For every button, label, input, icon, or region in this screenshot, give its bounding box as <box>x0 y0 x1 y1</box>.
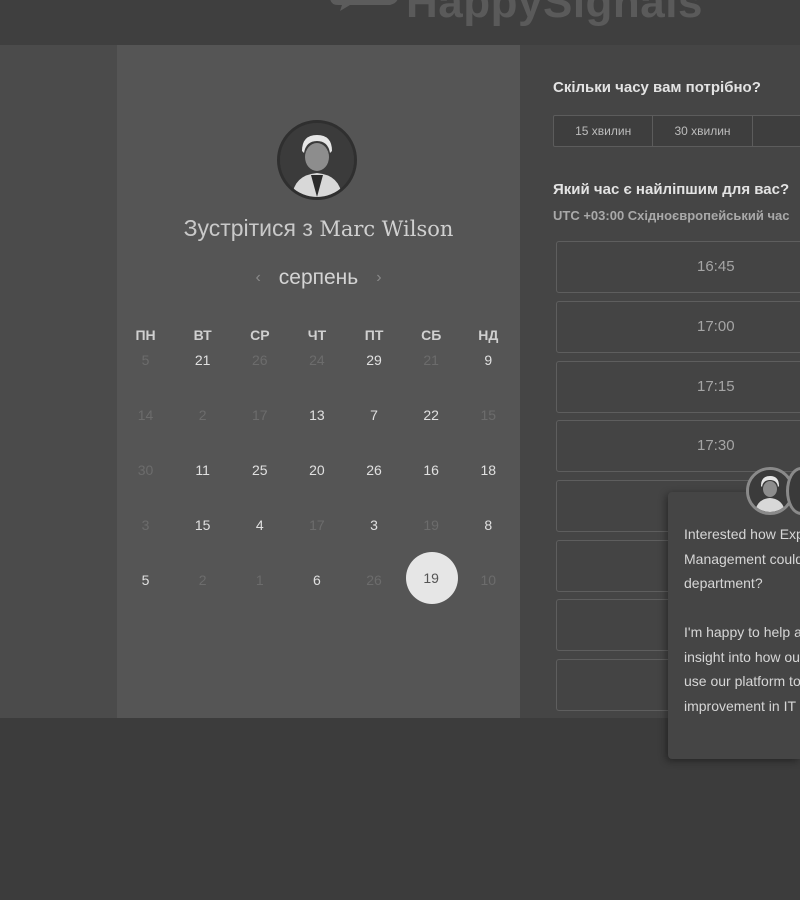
calendar-day[interactable]: 3 <box>346 513 403 568</box>
calendar-day[interactable]: 16 <box>403 458 460 513</box>
duration-selector: 15 хвилин 30 хвилин <box>553 115 800 147</box>
timezone-label[interactable]: UTC +03:00 Східноєвропейський час <box>553 208 790 223</box>
calendar-day[interactable]: 18 <box>460 458 517 513</box>
calendar-day: 10 <box>480 572 497 588</box>
calendar-day: 5 <box>141 352 150 368</box>
weekday-header: ПН ВТ СР ЧТ ПТ СБ НД <box>117 322 517 348</box>
host-name: Marc Wilson <box>319 217 454 241</box>
meet-prefix: Зустрітися з <box>183 215 313 241</box>
calendar-day[interactable]: 4 <box>231 513 288 568</box>
brand-logo-link[interactable]: HappySignals <box>330 0 703 28</box>
speech-bubble-logo-icon <box>330 0 398 27</box>
calendar-day-selected[interactable]: 19 <box>403 552 460 623</box>
calendar-day[interactable]: 25 <box>231 458 288 513</box>
time-slot-button[interactable]: 17:30 <box>556 420 800 472</box>
calendar-day: 1 <box>255 572 264 588</box>
calendar-day[interactable]: 21 <box>174 348 231 403</box>
calendar-day[interactable]: 20 <box>288 458 345 513</box>
calendar-week-row: 5 2 1 6 26 19 10 <box>117 552 517 623</box>
calendar-day: 21 <box>423 352 439 368</box>
weekday-label: ПТ <box>364 327 384 343</box>
chat-popup[interactable]: Interested how Experience Management cou… <box>668 492 800 759</box>
calendar-day[interactable]: 15 <box>174 513 231 568</box>
time-slot-button[interactable]: 16:45 <box>556 241 800 293</box>
calendar-day: 15 <box>480 407 497 423</box>
brand-name: HappySignals <box>406 0 703 27</box>
duration-option-30[interactable]: 30 хвилин <box>653 116 753 146</box>
calendar-day[interactable]: 11 <box>174 458 231 513</box>
calendar-week-row: 30 11 25 20 26 16 18 <box>117 458 517 513</box>
calendar-week-row: 14 2 17 13 7 22 15 <box>117 403 517 458</box>
duration-question: Скільки часу вам потрібно? <box>553 79 761 96</box>
month-label: серпень <box>278 266 359 289</box>
weekday-label: ЧТ <box>307 327 327 343</box>
duration-option-more[interactable] <box>753 116 800 146</box>
time-slot-button[interactable]: 17:00 <box>556 301 800 353</box>
calendar-week-row: 3 15 4 17 3 19 8 <box>117 513 517 568</box>
duration-option-15[interactable]: 15 хвилин <box>554 116 654 146</box>
chat-message: Interested how Experience Management cou… <box>684 526 800 714</box>
calendar-grid: ПН ВТ СР ЧТ ПТ СБ НД 5 21 26 24 29 21 9 14 2 17 13… <box>117 322 517 623</box>
calendar-day-number: 19 <box>423 570 439 586</box>
calendar-day: 30 <box>137 462 154 478</box>
calendar-day[interactable]: 8 <box>460 513 517 568</box>
weekday-label: СБ <box>421 327 442 343</box>
calendar-day: 2 <box>198 572 207 588</box>
calendar-day[interactable]: 29 <box>346 348 403 403</box>
meeting-title: Зустрітися з Marc Wilson <box>117 215 520 242</box>
calendar-day[interactable]: 13 <box>288 403 345 458</box>
top-bar: HappySignals <box>0 0 800 45</box>
weekday-label: СР <box>250 327 270 343</box>
prev-month-chevron-icon[interactable]: ‹ <box>255 269 260 287</box>
calendar-day[interactable]: 6 <box>288 568 345 623</box>
calendar-day[interactable]: 22 <box>403 403 460 458</box>
calendar-day[interactable]: 26 <box>346 458 403 513</box>
weekday-label: ПН <box>135 327 156 343</box>
calendar-week-row: 5 21 26 24 29 21 9 <box>117 348 517 403</box>
weekday-label: ВТ <box>193 327 212 343</box>
calendar-day: 3 <box>141 517 150 533</box>
calendar-day: 2 <box>198 407 207 423</box>
time-slot-button[interactable]: 17:15 <box>556 361 800 413</box>
calendar-day: 24 <box>309 352 325 368</box>
month-navigation: ‹ серпень › <box>117 266 520 290</box>
calendar-day: 17 <box>252 407 268 423</box>
calendar-day: 26 <box>252 352 268 368</box>
calendar-day: 26 <box>366 572 382 588</box>
calendar-weeks: 5 21 26 24 29 21 9 14 2 17 13 7 22 15 30 11 25 20 26 16 18 3 1… <box>117 348 517 623</box>
next-month-chevron-icon[interactable]: › <box>376 269 381 287</box>
calendar-day[interactable]: 9 <box>460 348 517 403</box>
time-question: Який час є найліпшим для вас? <box>553 181 790 198</box>
calendar-day[interactable]: 5 <box>117 568 174 623</box>
calendar-day: 14 <box>137 407 154 423</box>
calendar-day[interactable]: 7 <box>346 403 403 458</box>
calendar-day: 17 <box>309 517 325 533</box>
host-avatar <box>277 120 357 200</box>
weekday-label: НД <box>478 327 499 343</box>
